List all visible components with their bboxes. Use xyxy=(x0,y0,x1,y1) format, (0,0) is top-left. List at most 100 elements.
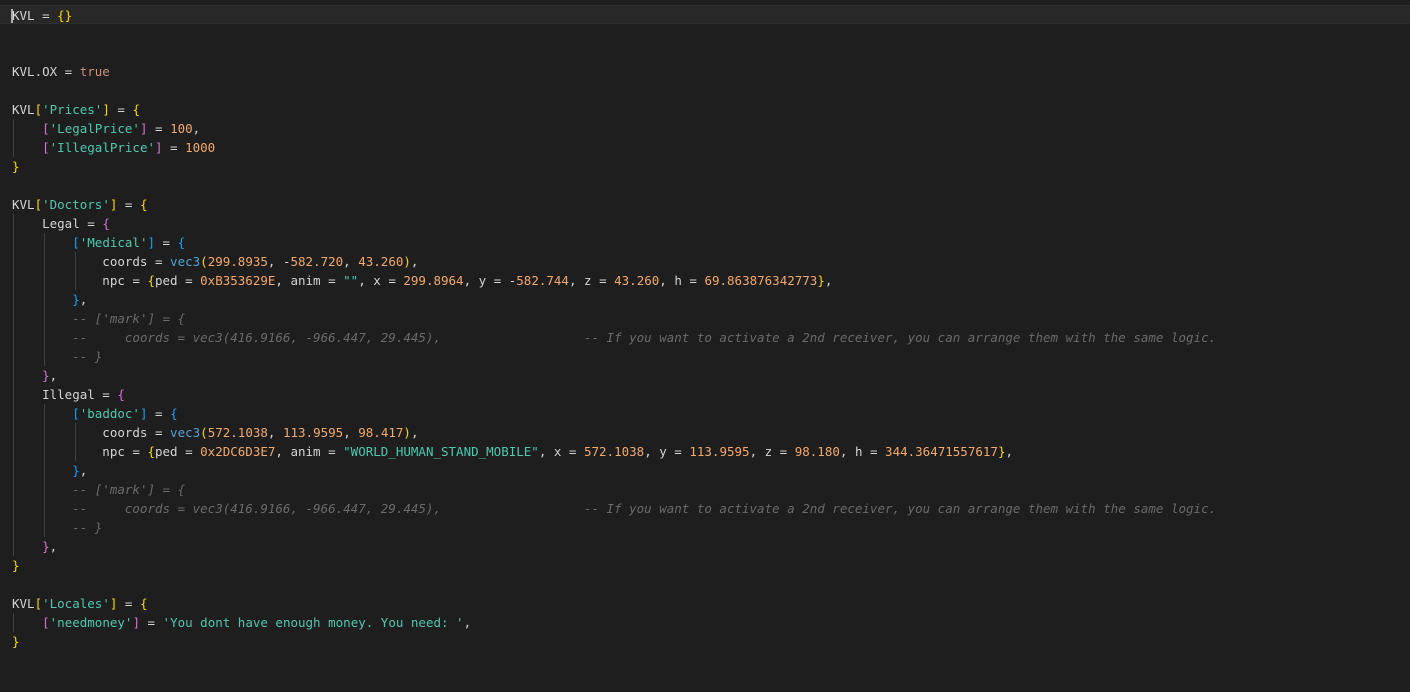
code-line[interactable]: Illegal = { xyxy=(0,385,1410,404)
code-line-text: npc = {ped = 0xB353629E, anim = "", x = … xyxy=(12,271,832,290)
code-line[interactable]: } xyxy=(0,157,1410,176)
code-token: -- ['mark'] = { xyxy=(72,311,186,326)
code-line[interactable]: -- ['mark'] = { xyxy=(0,309,1410,328)
code-line[interactable] xyxy=(0,81,1410,100)
code-line-text: }, xyxy=(12,461,87,480)
code-line[interactable]: coords = vec3(299.8935, -582.720, 43.260… xyxy=(0,252,1410,271)
code-line[interactable]: coords = vec3(572.1038, 113.9595, 98.417… xyxy=(0,423,1410,442)
code-token: KVL xyxy=(12,102,35,117)
code-line[interactable]: ['baddoc'] = { xyxy=(0,404,1410,423)
code-line[interactable]: }, xyxy=(0,461,1410,480)
code-token: 'Doctors' xyxy=(42,197,110,212)
code-token: , xyxy=(410,254,419,269)
indent-guide xyxy=(13,119,14,157)
code-line[interactable]: }, xyxy=(0,537,1410,556)
code-token: 'You dont have enough money. You need: ' xyxy=(162,615,464,630)
code-line[interactable]: -- } xyxy=(0,347,1410,366)
code-line[interactable]: npc = {ped = 0x2DC6D3E7, anim = "WORLD_H… xyxy=(0,442,1410,461)
code-token: = xyxy=(117,197,140,212)
code-line[interactable]: }, xyxy=(0,290,1410,309)
code-line-text: } xyxy=(12,632,20,651)
code-line-text: -- ['mark'] = { xyxy=(12,480,185,499)
code-token: [ xyxy=(72,406,80,421)
code-line-text: -- coords = vec3(416.9166, -966.447, 29.… xyxy=(12,499,1216,518)
code-token: -- ['mark'] = { xyxy=(72,482,186,497)
code-line-text: KVL['Locales'] = { xyxy=(12,594,147,613)
code-token: = xyxy=(155,235,178,250)
code-line-text: -- } xyxy=(12,518,102,537)
code-token: "" xyxy=(343,273,359,288)
code-token: , z = xyxy=(568,273,615,288)
code-line-text: -- coords = vec3(416.9166, -966.447, 29.… xyxy=(12,328,1216,347)
code-line[interactable]: -- coords = vec3(416.9166, -966.447, 29.… xyxy=(0,328,1410,347)
code-line-text: npc = {ped = 0x2DC6D3E7, anim = "WORLD_H… xyxy=(12,442,1013,461)
code-token: , h = xyxy=(659,273,705,288)
code-line[interactable]: } xyxy=(0,632,1410,651)
code-line[interactable]: npc = {ped = 0xB353629E, anim = "", x = … xyxy=(0,271,1410,290)
code-token: , h = xyxy=(839,444,886,459)
code-line[interactable]: KVL.OX = true xyxy=(0,62,1410,81)
code-token: ] xyxy=(147,235,156,250)
code-line[interactable]: ['LegalPrice'] = 100, xyxy=(0,119,1410,138)
code-line[interactable] xyxy=(0,24,1410,43)
code-token: = xyxy=(139,615,163,630)
code-line-text: ['Medical'] = { xyxy=(12,233,185,252)
code-token: ) xyxy=(403,254,411,269)
code-line[interactable]: }, xyxy=(0,366,1410,385)
code-token: , x = xyxy=(358,273,404,288)
code-line[interactable]: -- coords = vec3(416.9166, -966.447, 29.… xyxy=(0,499,1410,518)
code-token: } xyxy=(42,368,50,383)
code-line[interactable]: Legal = { xyxy=(0,214,1410,233)
code-token: coords = xyxy=(12,254,171,269)
code-token: npc = xyxy=(12,273,148,288)
code-token: 'baddoc' xyxy=(79,406,140,421)
code-line[interactable]: ['Medical'] = { xyxy=(0,233,1410,252)
code-token: ( xyxy=(200,425,208,440)
code-token: , anim = xyxy=(275,444,344,459)
code-token: { xyxy=(147,273,155,288)
code-line[interactable]: ['IllegalPrice'] = 1000 xyxy=(0,138,1410,157)
code-line[interactable]: KVL = {} xyxy=(0,5,1410,24)
code-token: KVL = xyxy=(12,8,58,23)
code-line-text: KVL = {} xyxy=(12,6,72,25)
code-token: 113.9595 xyxy=(689,444,750,459)
code-line[interactable]: -- ['mark'] = { xyxy=(0,480,1410,499)
code-line[interactable] xyxy=(0,575,1410,594)
code-token: ] xyxy=(132,615,140,630)
code-line[interactable]: -- } xyxy=(0,518,1410,537)
code-line[interactable]: KVL['Prices'] = { xyxy=(0,100,1410,119)
code-line[interactable]: } xyxy=(0,556,1410,575)
code-token: { xyxy=(117,387,125,402)
code-token: } xyxy=(42,539,50,554)
code-token: { xyxy=(139,596,148,611)
code-token: KVL xyxy=(12,596,35,611)
code-token: 98.180 xyxy=(794,444,840,459)
indent-guide xyxy=(13,613,14,632)
code-token: 572.1038 xyxy=(207,425,268,440)
code-token: { xyxy=(177,235,186,250)
code-line-text: Legal = { xyxy=(12,214,110,233)
code-token: , xyxy=(79,292,88,307)
code-token: true xyxy=(79,64,110,79)
code-token: ped = xyxy=(155,273,201,288)
code-token: ] xyxy=(155,140,163,155)
code-line[interactable] xyxy=(0,43,1410,62)
code-token: coords = xyxy=(12,425,171,440)
code-token: 98.417 xyxy=(358,425,404,440)
code-line-text: ['LegalPrice'] = 100, xyxy=(12,119,200,138)
code-token: [ xyxy=(72,235,80,250)
code-token: , xyxy=(79,463,88,478)
code-token: Illegal = xyxy=(12,387,118,402)
code-line[interactable] xyxy=(0,176,1410,195)
code-line-text: KVL['Prices'] = { xyxy=(12,100,140,119)
code-token: { xyxy=(147,444,155,459)
code-line[interactable]: KVL['Doctors'] = { xyxy=(0,195,1410,214)
code-token: npc = xyxy=(12,444,148,459)
code-line[interactable]: KVL['Locales'] = { xyxy=(0,594,1410,613)
code-line[interactable]: ['needmoney'] = 'You dont have enough mo… xyxy=(0,613,1410,632)
code-editor[interactable]: KVL = {} KVL.OX = true KVL['Prices'] = { [… xyxy=(0,0,1410,692)
